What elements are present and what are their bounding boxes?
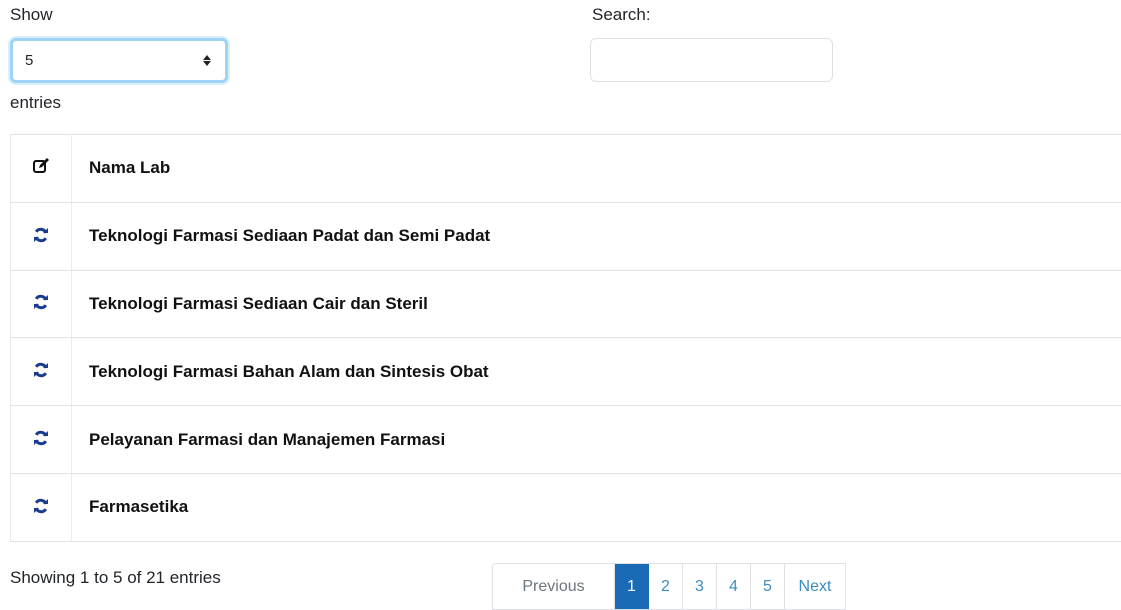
search-label: Search: (592, 5, 651, 24)
table-row[interactable]: Pelayanan Farmasi dan Manajemen Farmasi (10, 405, 1121, 474)
page-button-4[interactable]: 4 (717, 564, 751, 609)
entries-label: entries (10, 93, 62, 112)
table-row[interactable]: Teknologi Farmasi Sediaan Padat dan Semi… (10, 201, 1121, 271)
select-arrows-icon (203, 55, 211, 66)
row-action-cell (10, 269, 72, 339)
previous-page-button[interactable]: Previous (493, 564, 615, 609)
refresh-icon[interactable] (31, 428, 51, 448)
entries-length-value: 5 (25, 52, 34, 69)
refresh-icon[interactable] (31, 292, 51, 312)
pagination: Previous 1 2 3 4 5 Next (492, 563, 846, 610)
refresh-icon[interactable] (31, 496, 51, 516)
row-action-cell (10, 201, 72, 271)
row-action-cell (10, 405, 72, 474)
header-icon-cell (10, 134, 72, 203)
lab-name-cell: Teknologi Farmasi Bahan Alam dan Sintesi… (71, 337, 1121, 407)
show-label: Show (10, 5, 53, 24)
table-row[interactable]: Teknologi Farmasi Sediaan Cair dan Steri… (10, 269, 1121, 339)
page-button-5[interactable]: 5 (751, 564, 785, 609)
lab-name-cell: Pelayanan Farmasi dan Manajemen Farmasi (71, 405, 1121, 474)
row-action-cell (10, 337, 72, 407)
page-button-1[interactable]: 1 (615, 564, 649, 609)
table-row[interactable]: Farmasetika (10, 472, 1121, 542)
page-button-2[interactable]: 2 (649, 564, 683, 609)
refresh-icon[interactable] (31, 360, 51, 380)
table-info: Showing 1 to 5 of 21 entries (10, 568, 221, 587)
next-page-button[interactable]: Next (785, 564, 845, 609)
search-input[interactable] (590, 38, 833, 82)
page-button-3[interactable]: 3 (683, 564, 717, 609)
edit-icon (31, 156, 51, 176)
row-action-cell (10, 472, 72, 542)
data-table: Nama Lab Teknologi Farmasi Sediaan Padat… (10, 134, 1121, 542)
refresh-icon[interactable] (31, 225, 51, 245)
lab-name-cell: Farmasetika (71, 472, 1121, 542)
table-row[interactable]: Teknologi Farmasi Bahan Alam dan Sintesi… (10, 337, 1121, 407)
entries-length-select[interactable]: 5 (10, 38, 228, 83)
column-header-nama-lab[interactable]: Nama Lab (71, 134, 1121, 203)
lab-name-cell: Teknologi Farmasi Sediaan Padat dan Semi… (71, 201, 1121, 271)
datatable-page: Show 5 entries Search: Nama Lab Teknolog… (0, 0, 1121, 610)
table-header-row: Nama Lab (10, 134, 1121, 203)
lab-name-cell: Teknologi Farmasi Sediaan Cair dan Steri… (71, 269, 1121, 339)
